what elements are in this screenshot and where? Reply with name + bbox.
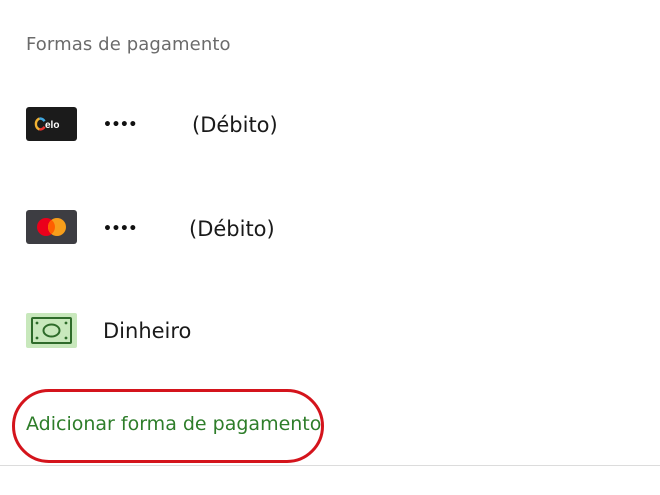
masked-card-number: •••• (103, 117, 137, 133)
section-title: Formas de pagamento (26, 34, 231, 55)
mastercard-circles-icon (37, 218, 66, 236)
mastercard-icon (26, 210, 77, 244)
payment-method-mastercard-debit[interactable]: •••• (Débito) (0, 197, 660, 257)
cash-label: Dinheiro (103, 319, 192, 343)
payment-methods-screen: Formas de pagamento elo •••• (Débito) ••… (0, 0, 660, 495)
card-type-label: (Débito) (192, 113, 278, 137)
payment-method-elo-debit[interactable]: elo •••• (Débito) (0, 96, 660, 156)
divider (0, 465, 660, 466)
cash-icon (26, 313, 77, 348)
card-type-label: (Débito) (189, 217, 275, 241)
banknote-icon (31, 317, 72, 344)
svg-text:elo: elo (45, 120, 59, 131)
elo-logo-icon: elo (34, 117, 59, 131)
elo-card-icon: elo (26, 107, 77, 141)
add-payment-method-link[interactable]: Adicionar forma de pagamento (26, 413, 321, 435)
payment-method-cash[interactable]: Dinheiro (0, 300, 660, 360)
masked-card-number: •••• (103, 221, 137, 237)
